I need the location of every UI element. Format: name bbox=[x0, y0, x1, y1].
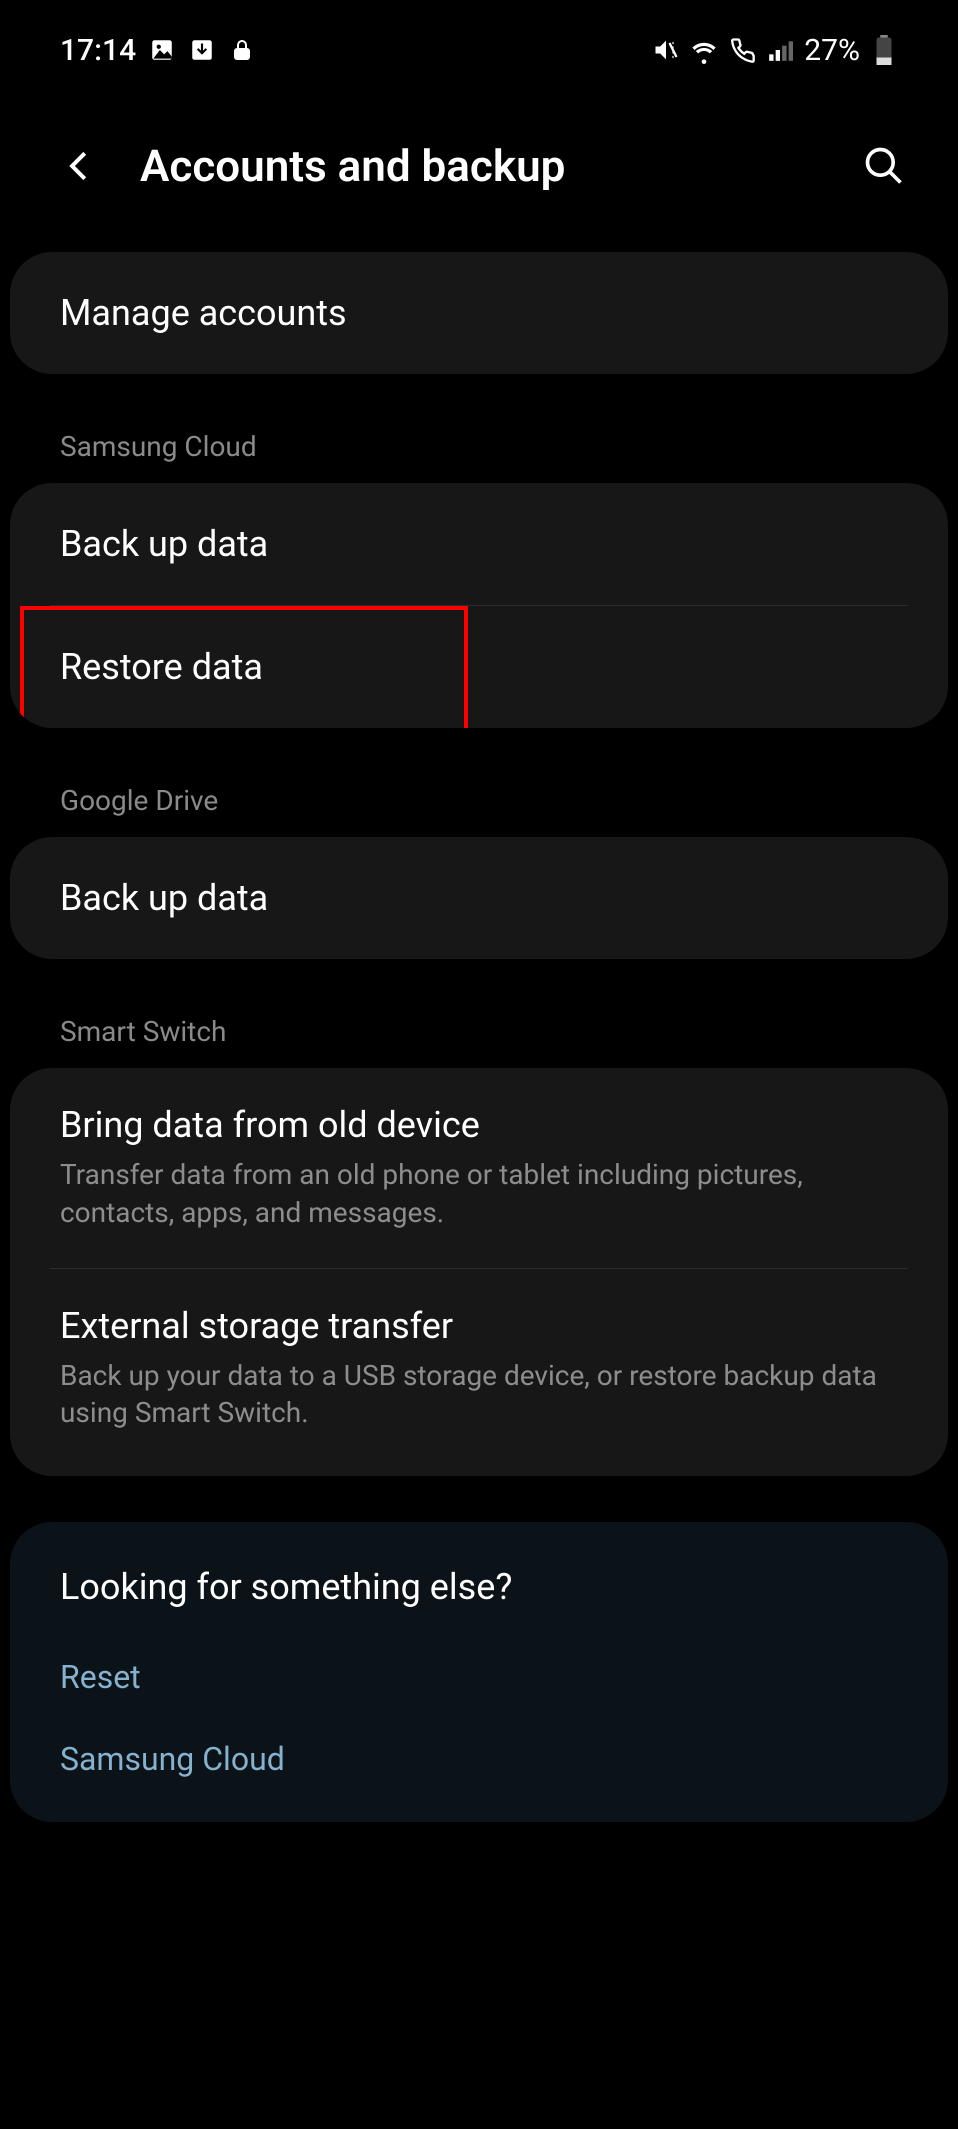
suggestions-title: Looking for something else? bbox=[10, 1522, 948, 1636]
bring-data-sub: Transfer data from an old phone or table… bbox=[60, 1156, 898, 1232]
header: Accounts and backup bbox=[0, 90, 958, 252]
status-right: 27% bbox=[652, 33, 898, 68]
page-title: Accounts and backup bbox=[140, 140, 820, 192]
suggestion-reset[interactable]: Reset bbox=[10, 1636, 948, 1718]
status-bar: 17:14 27% bbox=[0, 0, 958, 90]
suggestion-samsung-cloud[interactable]: Samsung Cloud bbox=[10, 1718, 948, 1822]
battery-percent: 27% bbox=[804, 33, 860, 68]
section-header-google-drive: Google Drive bbox=[10, 758, 948, 837]
battery-icon bbox=[870, 36, 898, 64]
status-left: 17:14 bbox=[60, 33, 256, 68]
google-backup-label: Back up data bbox=[60, 877, 898, 919]
status-time: 17:14 bbox=[60, 33, 136, 68]
manage-accounts-card: Manage accounts bbox=[10, 252, 948, 374]
wifi-icon bbox=[690, 36, 718, 64]
samsung-cloud-card: Back up data Restore data bbox=[10, 483, 948, 728]
mute-vibrate-icon bbox=[652, 36, 680, 64]
samsung-restore-row[interactable]: Restore data bbox=[10, 606, 948, 728]
manage-accounts-row[interactable]: Manage accounts bbox=[10, 252, 948, 374]
section-header-smart-switch: Smart Switch bbox=[10, 989, 948, 1068]
smart-switch-card: Bring data from old device Transfer data… bbox=[10, 1068, 948, 1476]
external-storage-row[interactable]: External storage transfer Back up your d… bbox=[10, 1269, 948, 1477]
content: Manage accounts Samsung Cloud Back up da… bbox=[0, 252, 958, 1822]
samsung-restore-label: Restore data bbox=[60, 646, 898, 688]
back-button[interactable] bbox=[60, 146, 100, 186]
search-button[interactable] bbox=[860, 142, 908, 190]
volte-call-icon bbox=[728, 36, 756, 64]
lock-icon bbox=[228, 36, 256, 64]
manage-accounts-label: Manage accounts bbox=[60, 292, 898, 334]
section-header-samsung-cloud: Samsung Cloud bbox=[10, 404, 948, 483]
bring-data-row[interactable]: Bring data from old device Transfer data… bbox=[10, 1068, 948, 1268]
samsung-backup-row[interactable]: Back up data bbox=[10, 483, 948, 605]
signal-icon bbox=[766, 36, 794, 64]
suggestions-card: Looking for something else? Reset Samsun… bbox=[10, 1522, 948, 1822]
google-drive-card: Back up data bbox=[10, 837, 948, 959]
bring-data-title: Bring data from old device bbox=[60, 1104, 898, 1146]
external-storage-title: External storage transfer bbox=[60, 1305, 898, 1347]
samsung-backup-label: Back up data bbox=[60, 523, 898, 565]
google-backup-row[interactable]: Back up data bbox=[10, 837, 948, 959]
download-icon bbox=[188, 36, 216, 64]
gallery-icon bbox=[148, 36, 176, 64]
external-storage-sub: Back up your data to a USB storage devic… bbox=[60, 1357, 898, 1433]
